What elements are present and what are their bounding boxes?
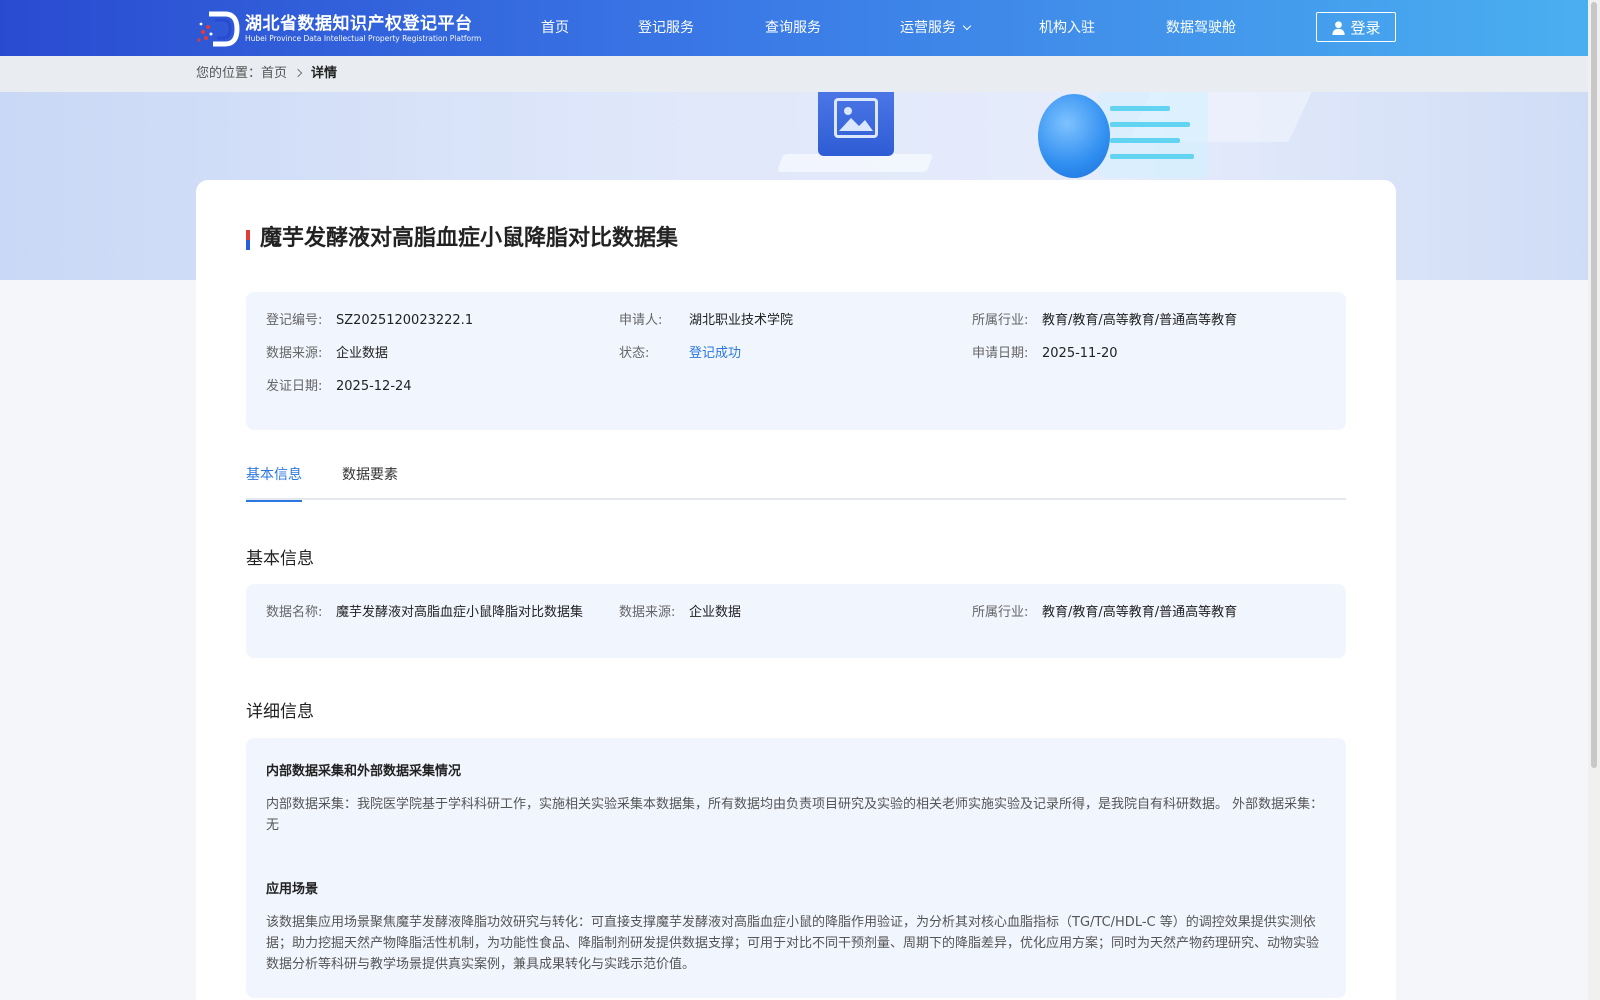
image-icon (834, 98, 878, 138)
summary-status: 状态: 登记成功 (619, 345, 741, 363)
nav-home[interactable]: 首页 (541, 0, 569, 56)
tab-basic-info[interactable]: 基本信息 (246, 460, 302, 502)
page-title: 魔芋发酵液对高脂血症小鼠降脂对比数据集 (260, 226, 679, 251)
summary-value: 湖北职业技术学院 (689, 313, 794, 328)
summary-cert-date: 发证日期: 2025-12-24 (266, 378, 412, 396)
breadcrumb-home-link[interactable]: 首页 (261, 66, 287, 81)
chevron-down-icon (962, 21, 972, 31)
tab-bar: 基本信息 数据要素 (246, 460, 1346, 502)
summary-reg-number: 登记编号: SZ2025120023222.1 (266, 312, 473, 330)
basic-value: 教育/教育/高等教育/普通高等教育 (1042, 605, 1238, 620)
summary-panel: 登记编号: SZ2025120023222.1 申请人: 湖北职业技术学院 所属行业… (246, 292, 1346, 430)
detail-block-text: 内部数据采集：我院医学院基于学科科研工作，实施相关实验采集本数据集，所有数据均由… (266, 797, 1324, 833)
basic-value: 企业数据 (689, 605, 742, 620)
basic-value: 魔芋发酵液对高脂血症小鼠降脂对比数据集 (336, 605, 584, 620)
tab-data-elements[interactable]: 数据要素 (342, 460, 398, 500)
summary-label: 发证日期: (266, 379, 323, 394)
summary-value: 企业数据 (336, 346, 389, 361)
summary-value: 2025-11-20 (1042, 346, 1118, 361)
detail-block-heading: 应用场景 (266, 882, 319, 897)
detail-info-heading: 详细信息 (246, 702, 314, 722)
summary-value: SZ2025120023222.1 (336, 313, 474, 328)
banner-line-decoration (1110, 122, 1190, 127)
nav-institution-join[interactable]: 机构入驻 (1039, 0, 1095, 56)
banner-line-decoration (1110, 138, 1180, 143)
basic-data-name: 数据名称: 魔芋发酵液对高脂血症小鼠降脂对比数据集 (266, 604, 583, 622)
breadcrumb-bar: 您的位置：首页 详情 (0, 56, 1600, 92)
login-button[interactable]: 登录 (1316, 12, 1396, 42)
banner-sphere-decoration (1038, 94, 1110, 178)
nav-data-cockpit[interactable]: 数据驾驶舱 (1166, 0, 1236, 56)
breadcrumb-current: 详情 (311, 66, 338, 81)
banner-line-decoration (1110, 154, 1194, 159)
user-icon (1332, 20, 1346, 35)
banner-line-decoration (1110, 106, 1170, 111)
summary-label: 登记编号: (266, 313, 323, 328)
nav-operation-service[interactable]: 运营服务 (900, 0, 972, 56)
basic-data-source: 数据来源: 企业数据 (619, 604, 741, 622)
summary-label: 申请人: (619, 313, 663, 328)
breadcrumb: 您的位置：首页 详情 (196, 56, 337, 92)
detail-block-text: 该数据集应用场景聚焦魔芋发酵液降脂功效研究与转化：可直接支撑魔芋发酵液对高脂血症… (266, 915, 1320, 972)
breadcrumb-prefix: 您的位置： (196, 66, 262, 81)
login-label: 登录 (1350, 18, 1381, 37)
status-badge: 登记成功 (689, 346, 742, 361)
summary-value: 教育/教育/高等教育/普通高等教育 (1042, 313, 1238, 328)
nav-operation-service-label: 运营服务 (900, 20, 956, 36)
summary-data-source: 数据来源: 企业数据 (266, 345, 388, 363)
banner-platform-decoration (776, 154, 934, 172)
basic-label: 所属行业: (972, 605, 1029, 620)
platform-logo[interactable]: 湖北省数据知识产权登记平台 Hubei Province Data Intell… (195, 10, 481, 48)
detail-info-panel: 内部数据采集和外部数据采集情况 内部数据采集：我院医学院基于学科科研工作，实施相… (246, 738, 1346, 998)
top-nav-bar: 湖北省数据知识产权登记平台 Hubei Province Data Intell… (0, 0, 1600, 56)
summary-industry: 所属行业: 教育/教育/高等教育/普通高等教育 (972, 312, 1237, 330)
logo-subtitle: Hubei Province Data Intellectual Propert… (245, 34, 482, 43)
scrollbar-thumb[interactable] (1591, 2, 1597, 768)
summary-apply-date: 申请日期: 2025-11-20 (972, 345, 1118, 363)
summary-label: 状态: (619, 346, 650, 361)
basic-info-panel: 数据名称: 魔芋发酵液对高脂血症小鼠降脂对比数据集 数据来源: 企业数据 所属行业:… (246, 584, 1346, 658)
nav-query-service[interactable]: 查询服务 (765, 0, 821, 56)
page-scrollbar[interactable] (1588, 0, 1600, 1000)
banner-document-decoration (1098, 92, 1208, 178)
summary-label: 所属行业: (972, 313, 1029, 328)
title-accent-icon (246, 230, 250, 250)
summary-value: 2025-12-24 (336, 379, 412, 394)
summary-label: 数据来源: (266, 346, 323, 361)
basic-industry: 所属行业: 教育/教育/高等教育/普通高等教育 (972, 604, 1237, 622)
basic-info-heading: 基本信息 (246, 549, 314, 569)
summary-applicant: 申请人: 湖北职业技术学院 (619, 312, 793, 330)
nav-registration-service[interactable]: 登记服务 (638, 0, 694, 56)
banner-screen-decoration (818, 92, 894, 156)
summary-label: 申请日期: (972, 346, 1029, 361)
chevron-right-icon (293, 68, 303, 78)
basic-label: 数据名称: (266, 605, 323, 620)
detail-block-heading: 内部数据采集和外部数据采集情况 (266, 764, 462, 779)
basic-label: 数据来源: (619, 605, 676, 620)
logo-emblem-icon (195, 10, 241, 48)
detail-card: 魔芋发酵液对高脂血症小鼠降脂对比数据集 登记编号: SZ2025120023222… (196, 180, 1396, 1000)
logo-title: 湖北省数据知识产权登记平台 (245, 14, 473, 34)
